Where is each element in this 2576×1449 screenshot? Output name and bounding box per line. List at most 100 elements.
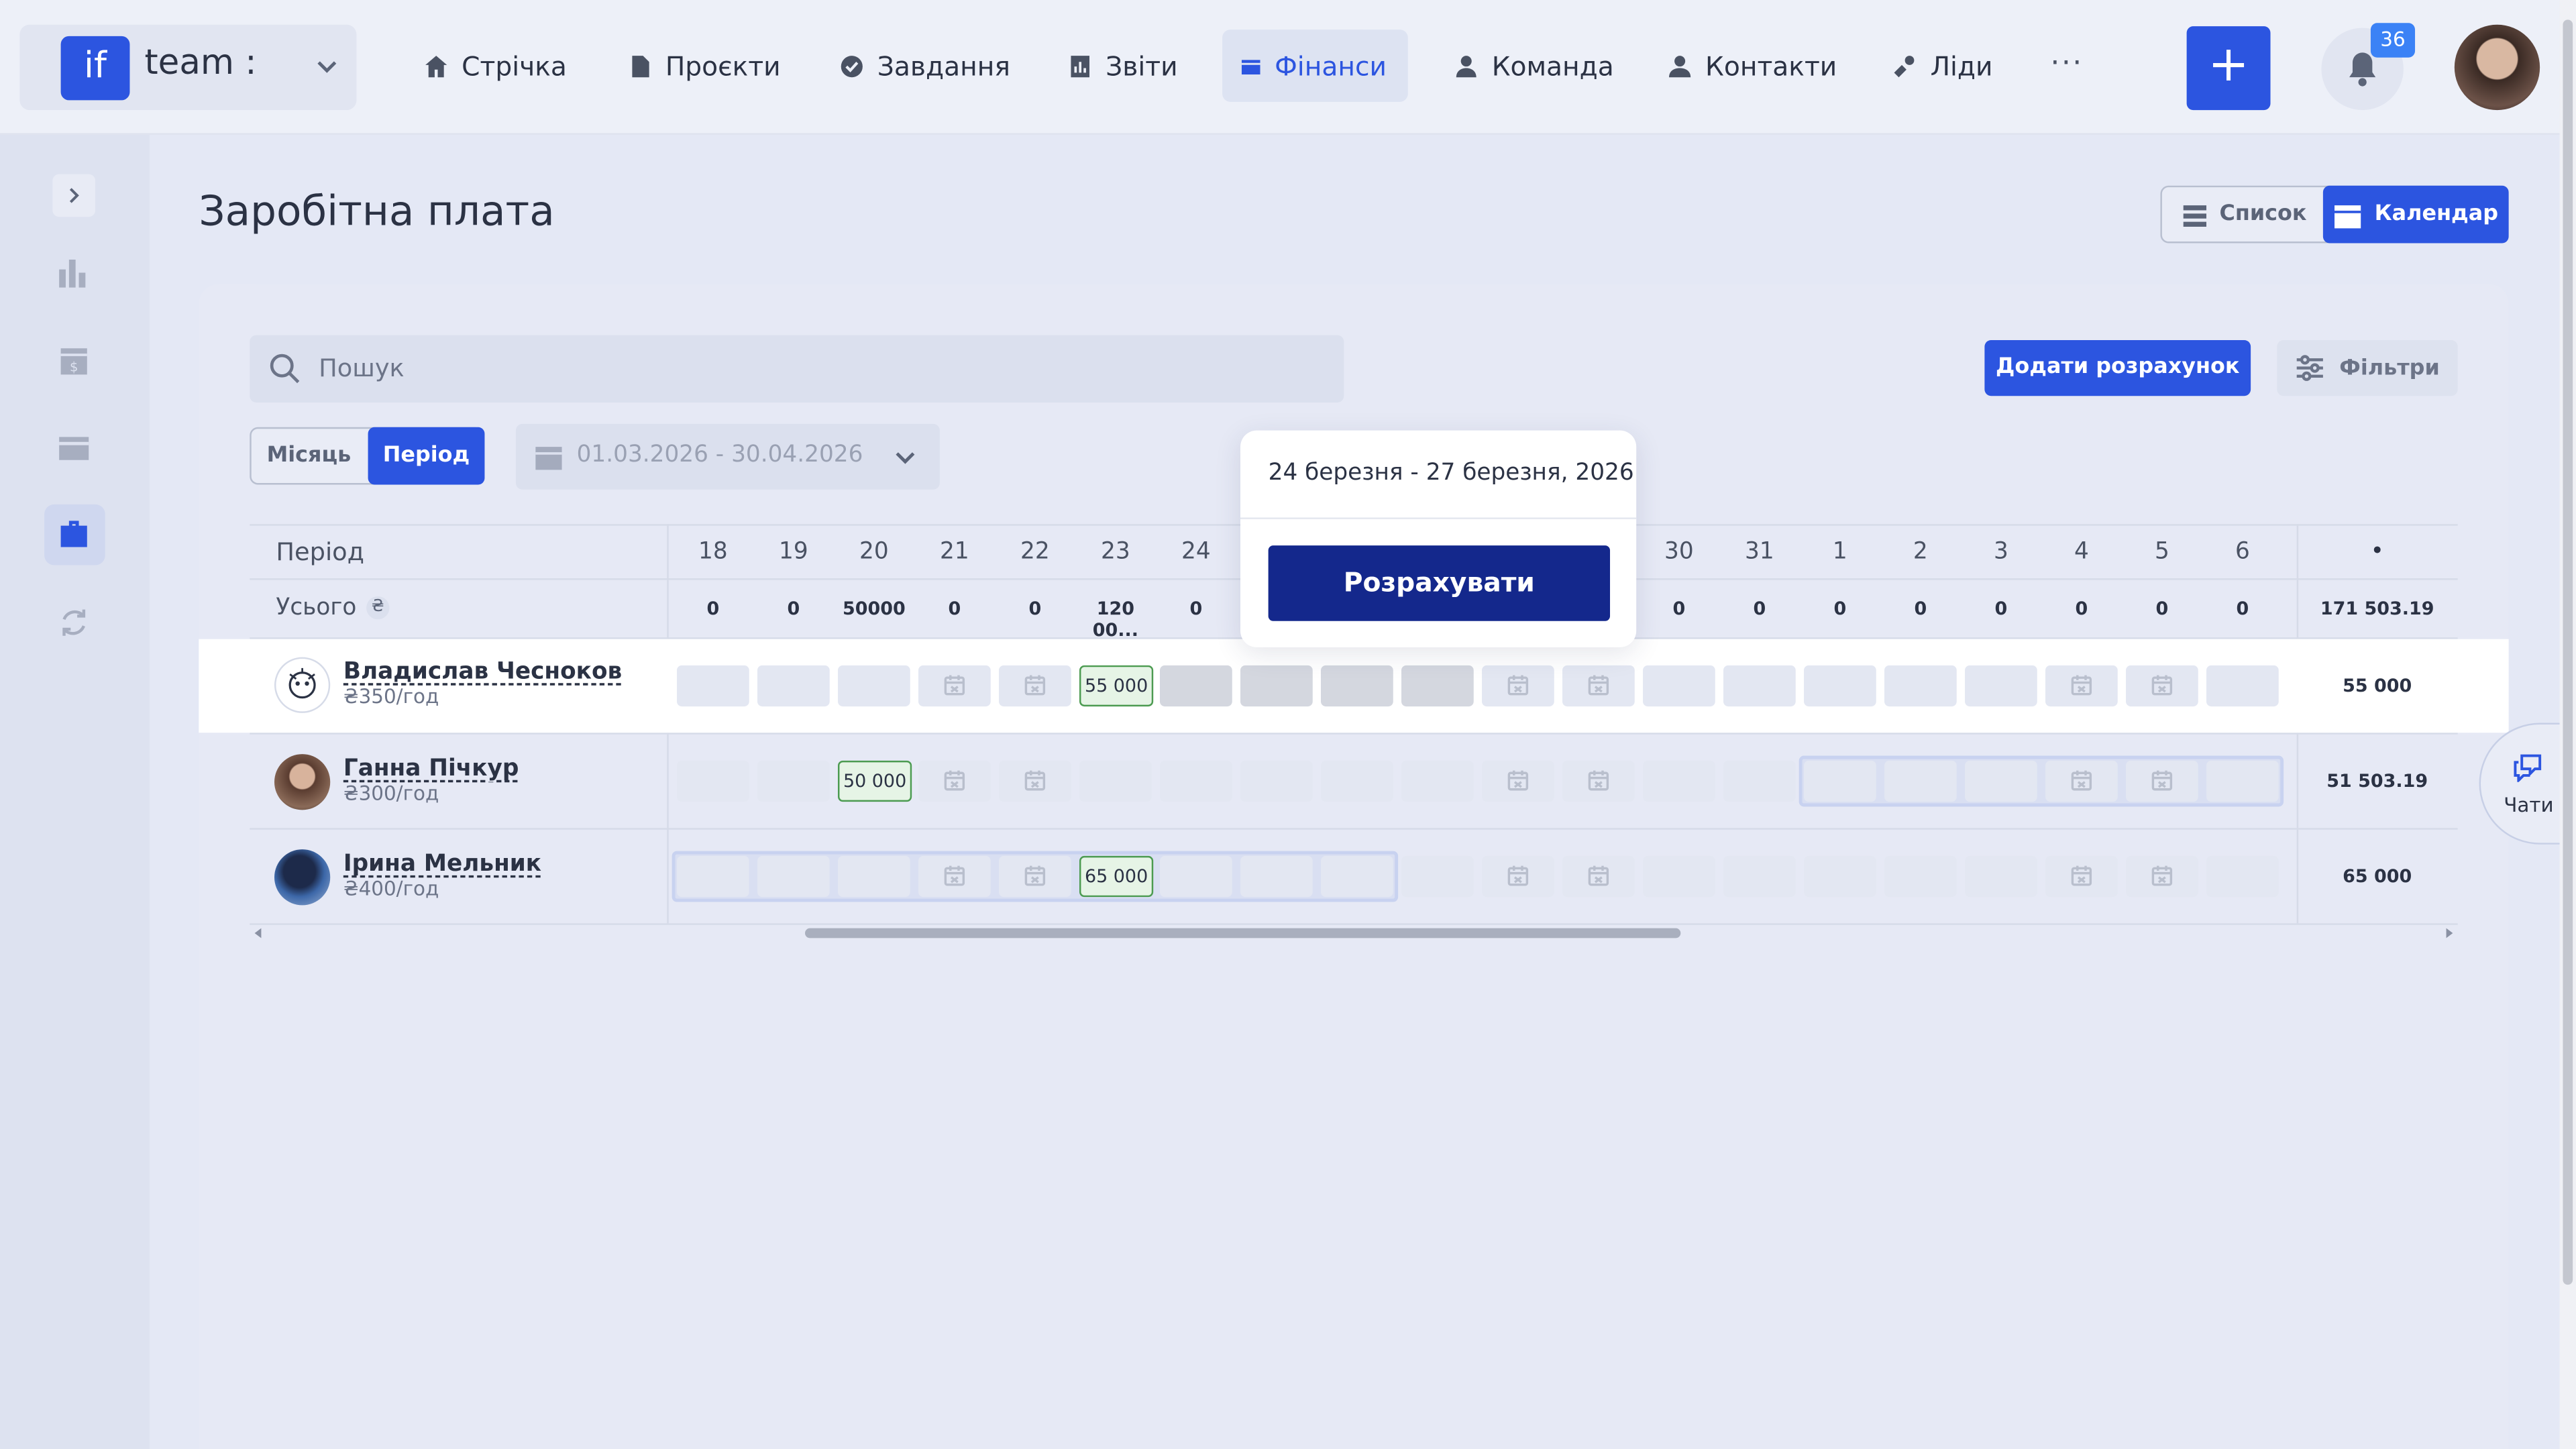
day-cell[interactable] <box>2126 855 2198 898</box>
date-range-picker[interactable]: 01.03.2026 - 30.04.2026 <box>515 423 940 490</box>
nav-item-finance[interactable]: Фінанси <box>1222 30 1408 102</box>
sidebar-item-analytics[interactable] <box>58 256 91 289</box>
day-cell[interactable] <box>2206 760 2279 802</box>
day-cell[interactable] <box>1804 760 1876 802</box>
add-calculation-button[interactable]: Додати розрахунок <box>1984 339 2251 396</box>
day-cell[interactable] <box>1079 760 1152 802</box>
horizontal-scroll-thumb[interactable] <box>805 928 1681 938</box>
list-view-button[interactable]: Список <box>2162 187 2326 241</box>
day-cell[interactable] <box>2126 760 2198 802</box>
user-avatar[interactable] <box>2454 24 2540 111</box>
day-cell[interactable] <box>1240 760 1313 802</box>
day-cell[interactable] <box>1723 855 1796 898</box>
day-cell[interactable] <box>1401 665 1474 707</box>
day-cell[interactable] <box>1804 855 1876 898</box>
day-cell[interactable] <box>998 855 1071 898</box>
day-cell[interactable] <box>1481 760 1554 802</box>
more-nav-button[interactable]: ··· <box>2050 46 2083 80</box>
day-cell[interactable] <box>757 760 830 802</box>
employee-name-link[interactable]: Ганна Пічкур <box>343 756 519 782</box>
employee-name-link[interactable]: Владислав Чесноков <box>343 659 622 685</box>
day-cell[interactable] <box>1884 665 1957 707</box>
day-cell[interactable] <box>2126 665 2198 707</box>
period-mode-button[interactable]: Період <box>368 427 485 485</box>
sidebar-item-calendar[interactable]: $ <box>58 343 91 376</box>
day-cell[interactable] <box>1884 760 1957 802</box>
day-cell[interactable] <box>1320 855 1393 898</box>
nav-item-team[interactable]: Команда <box>1433 30 1635 102</box>
day-cell[interactable] <box>1643 665 1715 707</box>
day-cell[interactable] <box>676 665 749 707</box>
day-cell[interactable] <box>1320 665 1393 707</box>
day-header: 24 <box>1181 539 1211 566</box>
employee-name-link[interactable]: Ірина Мельник <box>343 851 541 877</box>
filters-label: Фільтри <box>2339 356 2440 380</box>
day-cell[interactable] <box>1562 665 1635 707</box>
day-cell[interactable] <box>1401 760 1474 802</box>
day-cell[interactable] <box>1965 665 2037 707</box>
day-cell[interactable] <box>918 855 991 898</box>
nav-item-projects[interactable]: Проєкти <box>606 30 802 102</box>
workspace-switcher[interactable]: if team : <box>19 24 357 111</box>
month-mode-button[interactable]: Місяць <box>252 429 366 483</box>
period-column-header: Період <box>276 537 365 567</box>
day-cell[interactable] <box>837 665 910 707</box>
sidebar-expand-button[interactable] <box>52 174 96 217</box>
nav-item-feed[interactable]: Стрічка <box>402 30 588 102</box>
salary-chip[interactable]: 55 000 <box>1079 665 1154 707</box>
day-off-icon <box>1588 770 1609 791</box>
nav-item-tasks[interactable]: Завдання <box>818 30 1032 102</box>
day-cell[interactable] <box>757 855 830 898</box>
day-cell[interactable] <box>918 665 991 707</box>
day-cell[interactable] <box>998 665 1071 707</box>
calendar-view-button[interactable]: Календар <box>2322 185 2509 244</box>
day-cell[interactable] <box>676 760 749 802</box>
chevron-right-icon <box>69 188 79 203</box>
search-input[interactable]: Пошук <box>250 335 1344 403</box>
day-cell[interactable] <box>1643 760 1715 802</box>
vertical-scroll-thumb[interactable] <box>2563 19 2573 1285</box>
calculate-button[interactable]: Розрахувати <box>1268 545 1611 621</box>
nav-item-contacts[interactable]: Контакти <box>1646 30 1858 102</box>
day-cell[interactable] <box>1240 665 1313 707</box>
create-new-button[interactable]: + <box>2186 26 2271 111</box>
day-cell[interactable] <box>1965 760 2037 802</box>
salary-chip[interactable]: 65 000 <box>1079 855 1154 898</box>
sidebar-item-payments[interactable] <box>58 432 91 465</box>
nav-item-reports[interactable]: Звіти <box>1046 30 1199 102</box>
day-total: 0 <box>2155 598 2169 620</box>
day-cell[interactable] <box>1643 855 1715 898</box>
day-cell[interactable] <box>1481 665 1554 707</box>
sidebar-item-payroll[interactable] <box>44 504 105 566</box>
day-off-icon <box>1588 675 1609 696</box>
filters-button[interactable]: Фільтри <box>2277 339 2458 396</box>
day-cell[interactable] <box>918 760 991 802</box>
day-cell[interactable] <box>2045 855 2118 898</box>
day-cell[interactable] <box>1401 855 1474 898</box>
day-cell[interactable] <box>1884 855 1957 898</box>
day-cell[interactable] <box>1481 855 1554 898</box>
day-cell[interactable] <box>1159 760 1232 802</box>
day-cell[interactable] <box>676 855 749 898</box>
day-cell[interactable] <box>2045 760 2118 802</box>
salary-chip[interactable]: 50 000 <box>837 760 912 802</box>
day-header: 18 <box>698 539 728 566</box>
day-cell[interactable] <box>1723 665 1796 707</box>
day-cell[interactable] <box>1723 760 1796 802</box>
day-cell[interactable] <box>837 855 910 898</box>
day-cell[interactable] <box>998 760 1071 802</box>
day-cell[interactable] <box>2206 665 2279 707</box>
day-cell[interactable] <box>1965 855 2037 898</box>
sidebar-item-sync[interactable] <box>58 606 91 639</box>
day-cell[interactable] <box>1320 760 1393 802</box>
day-cell[interactable] <box>2045 665 2118 707</box>
day-cell[interactable] <box>757 665 830 707</box>
day-cell[interactable] <box>1804 665 1876 707</box>
day-cell[interactable] <box>1562 760 1635 802</box>
day-cell[interactable] <box>1159 855 1232 898</box>
day-cell[interactable] <box>1240 855 1313 898</box>
day-cell[interactable] <box>1159 665 1232 707</box>
day-cell[interactable] <box>2206 855 2279 898</box>
day-cell[interactable] <box>1562 855 1635 898</box>
nav-item-leads[interactable]: Ліди <box>1871 30 2014 102</box>
